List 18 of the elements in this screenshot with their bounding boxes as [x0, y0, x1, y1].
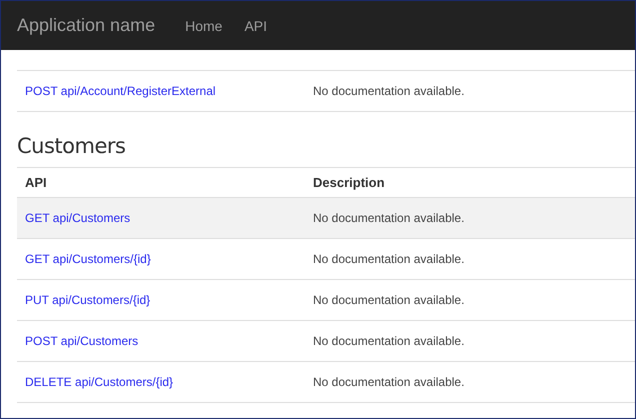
description-text: No documentation available.	[312, 293, 464, 307]
api-link[interactable]: POST api/Account/RegisterExternal	[17, 84, 216, 98]
description-text: No documentation available.	[312, 211, 464, 225]
description-text: No documentation available.	[312, 334, 464, 348]
nav-link[interactable]: Home	[185, 14, 222, 38]
section-heading: Customers	[17, 134, 126, 158]
nav-link[interactable]: API	[244, 14, 268, 38]
brand-link[interactable]: Application name	[17, 15, 156, 36]
description-text: No documentation available.	[312, 252, 464, 266]
api-link[interactable]: GET api/Customers	[17, 211, 130, 225]
api-link[interactable]: POST api/Customers	[17, 334, 138, 348]
api-link[interactable]: GET api/Customers/{id}	[17, 252, 151, 266]
api-link[interactable]: DELETE api/Customers/{id}	[17, 375, 174, 389]
description-text: No documentation available.	[312, 375, 464, 389]
column-header: Description	[312, 175, 386, 190]
column-header: API	[24, 175, 48, 190]
description-text: No documentation available.	[312, 84, 464, 98]
api-link[interactable]: PUT api/Customers/{id}	[17, 293, 150, 307]
